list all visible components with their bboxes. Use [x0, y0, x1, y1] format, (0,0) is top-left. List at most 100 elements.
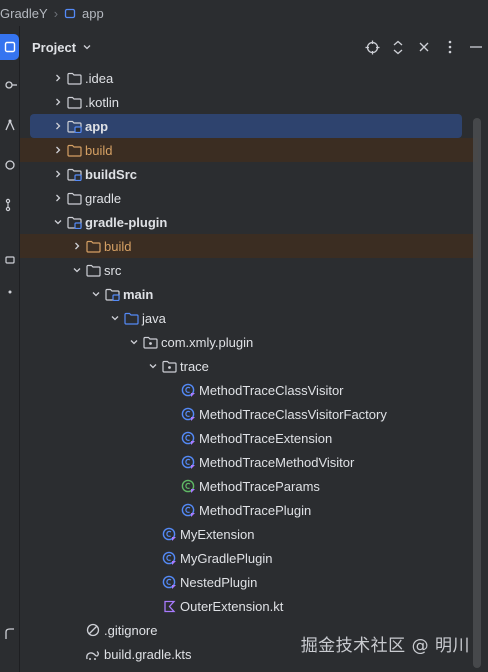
excluded-folder-icon [85, 238, 101, 254]
tree-item-label: gradle-plugin [85, 214, 168, 230]
module-icon [64, 7, 76, 19]
tree-item-java[interactable]: java [20, 306, 478, 330]
kotlin-class-icon [180, 406, 196, 422]
tree-item-build[interactable]: build [20, 234, 478, 258]
chevron-right-icon[interactable] [50, 142, 66, 158]
tree-item-label: .kotlin [85, 94, 119, 110]
package-icon [161, 358, 177, 374]
chevron-right-icon[interactable] [50, 118, 66, 134]
gradle-file-icon [85, 646, 101, 662]
locate-icon[interactable] [364, 39, 380, 55]
tree-item-main[interactable]: main [20, 282, 478, 306]
chevron-down-icon[interactable] [145, 358, 161, 374]
tree-item-label: build.gradle.kts [104, 646, 192, 662]
tree-item-label: MethodTraceMethodVisitor [199, 454, 355, 470]
tree-item-label: build [104, 238, 132, 254]
kotlin-class-icon [161, 550, 177, 566]
kotlin-data-class-icon [180, 478, 196, 494]
tree-item-methodtraceparams[interactable]: MethodTraceParams [20, 474, 478, 498]
bookmarks-icon[interactable] [0, 158, 19, 172]
tree-item-label: gradle [85, 190, 122, 206]
tree-item-gradle[interactable]: gradle [20, 186, 478, 210]
tree-item-myextension[interactable]: MyExtension [20, 522, 478, 546]
no-arrow [145, 550, 161, 566]
tree-item-idea[interactable]: .idea [20, 66, 478, 90]
chevron-right-icon[interactable] [69, 238, 85, 254]
structure-icon[interactable] [0, 118, 19, 132]
project-tool-button[interactable] [0, 34, 19, 60]
vertical-scrollbar[interactable] [473, 118, 481, 668]
kotlin-class-icon [180, 454, 196, 470]
kotlin-class-icon [161, 574, 177, 590]
tree-item-build[interactable]: build [20, 138, 478, 162]
chevron-right-icon[interactable] [50, 166, 66, 182]
module-folder-icon [66, 118, 82, 134]
tree-item-methodtraceclassvisitorfactory[interactable]: MethodTraceClassVisitorFactory [20, 402, 478, 426]
chevron-right-icon[interactable] [50, 94, 66, 110]
tree-item-methodtraceextension[interactable]: MethodTraceExtension [20, 426, 478, 450]
chevron-right-icon[interactable] [50, 70, 66, 86]
kotlin-class-icon [180, 430, 196, 446]
pull-requests-icon[interactable] [0, 626, 19, 640]
tree-item-label: MethodTraceParams [199, 478, 320, 494]
tree-item-kotlin[interactable]: .kotlin [20, 90, 478, 114]
kotlin-class-icon [180, 382, 196, 398]
chevron-down-icon[interactable] [82, 40, 92, 55]
tree-item-label: NestedPlugin [180, 574, 258, 590]
chevron-down-icon[interactable] [69, 262, 85, 278]
tree-item-buildsrc[interactable]: buildSrc [20, 162, 478, 186]
chevron-down-icon[interactable] [107, 310, 123, 326]
tree-item-trace[interactable]: trace [20, 354, 478, 378]
project-tree: .idea .kotlin app build buildSrc gradle gradle… [20, 66, 478, 666]
source-folder-icon [123, 310, 139, 326]
no-arrow [69, 646, 85, 662]
chevron-down-icon[interactable] [50, 214, 66, 230]
tree-item-com-xmly-plugin[interactable]: com.xmly.plugin [20, 330, 478, 354]
no-arrow [145, 574, 161, 590]
chevron-down-icon[interactable] [88, 286, 104, 302]
close-icon[interactable] [416, 39, 432, 55]
chevron-right-icon[interactable] [50, 190, 66, 206]
breadcrumb: GradleY › app [0, 0, 488, 26]
tree-item-outerextension-kt[interactable]: OuterExtension.kt [20, 594, 478, 618]
tree-item-gradle-plugin[interactable]: gradle-plugin [20, 210, 478, 234]
folder-icon [66, 190, 82, 206]
project-panel-header: Project [20, 34, 488, 60]
tree-item-methodtracemethodvisitor[interactable]: MethodTraceMethodVisitor [20, 450, 478, 474]
tool-window-sidebar [0, 26, 20, 672]
expand-all-icon[interactable] [390, 39, 406, 55]
commit-icon[interactable] [0, 78, 19, 92]
tree-item-label: MethodTraceClassVisitor [199, 382, 344, 398]
tree-item-methodtraceclassvisitor[interactable]: MethodTraceClassVisitor [20, 378, 478, 402]
tree-item-nestedplugin[interactable]: NestedPlugin [20, 570, 478, 594]
folder-icon [66, 70, 82, 86]
package-icon [142, 334, 158, 350]
tree-item-src[interactable]: src [20, 258, 478, 282]
tree-item-label: MethodTraceExtension [199, 430, 333, 446]
tree-item-label: buildSrc [85, 166, 138, 182]
vcs-branch-icon[interactable] [0, 198, 19, 212]
tree-item-methodtraceplugin[interactable]: MethodTracePlugin [20, 498, 478, 522]
terminal-icon[interactable] [0, 254, 19, 266]
tree-item-label: src [104, 262, 122, 278]
panel-toolbar [364, 34, 488, 60]
tree-item-label: .idea [85, 70, 114, 86]
more-icon[interactable] [0, 290, 19, 294]
excluded-folder-icon [66, 142, 82, 158]
chevron-down-icon[interactable] [126, 334, 142, 350]
watermark: 掘金技术社区 @ 明川 [300, 636, 470, 656]
folder-icon [66, 94, 82, 110]
minimize-icon[interactable] [468, 39, 484, 55]
tree-item-label: MethodTraceClassVisitorFactory [199, 406, 387, 422]
panel-title[interactable]: Project [32, 40, 76, 55]
breadcrumb-project[interactable]: GradleY [0, 6, 48, 21]
kotlin-file-icon [161, 598, 177, 614]
no-arrow [164, 430, 180, 446]
breadcrumb-module[interactable]: app [82, 6, 104, 21]
tree-item-app[interactable]: app [30, 114, 462, 138]
module-folder-icon [66, 166, 82, 182]
more-options-icon[interactable] [442, 39, 458, 55]
module-folder-icon [66, 214, 82, 230]
tree-item-label: OuterExtension.kt [180, 598, 284, 614]
tree-item-mygradleplugin[interactable]: MyGradlePlugin [20, 546, 478, 570]
